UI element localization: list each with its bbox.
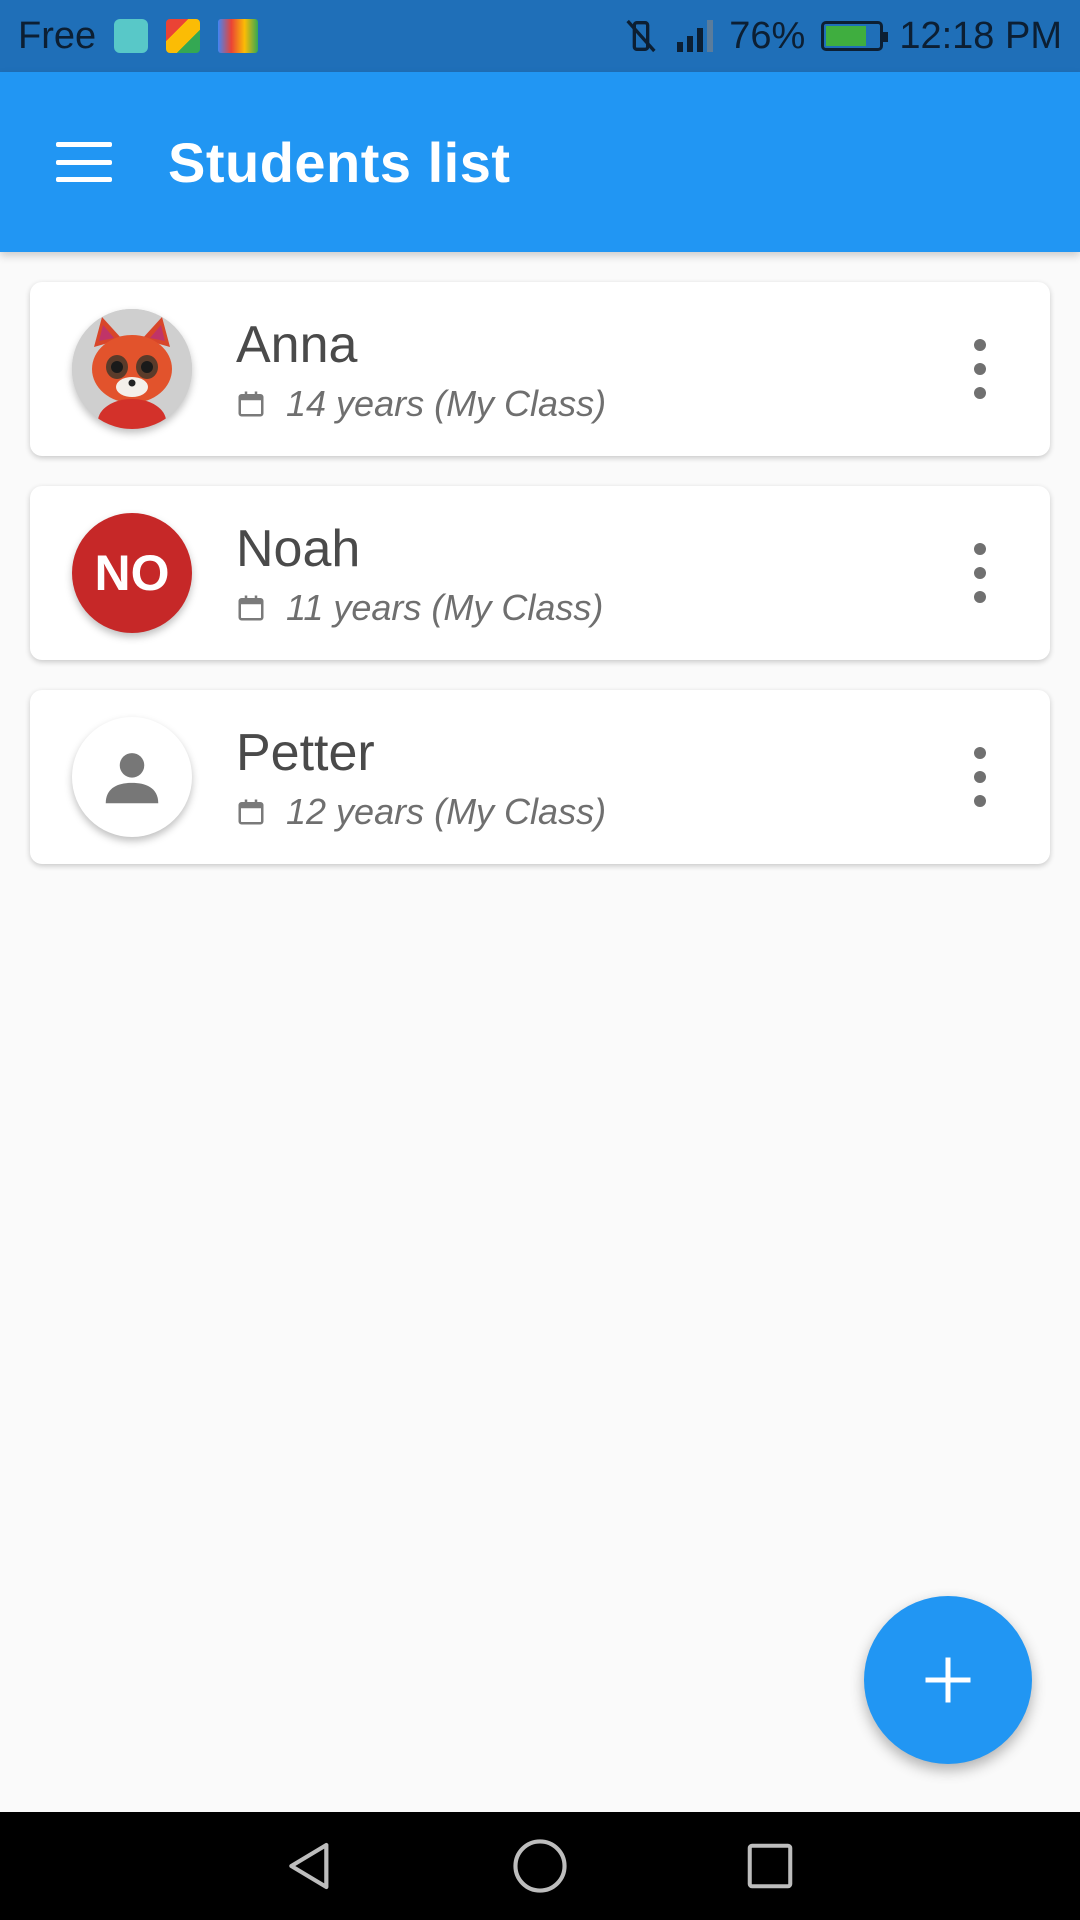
add-student-button[interactable] [864,1596,1032,1764]
student-card-anna[interactable]: Anna 14 years (My Class) [30,282,1050,456]
signal-icon [677,20,714,52]
more-options-icon[interactable] [968,747,992,807]
puzzle-icon [166,19,201,53]
navigation-bar [0,1812,1080,1920]
recents-button[interactable] [730,1826,810,1906]
status-bar: Free 76% 12:18 PM [0,0,1080,72]
avatar-photo [72,309,192,429]
calendar-icon [238,595,264,621]
carrier-label: Free [18,14,97,57]
back-icon [289,1842,329,1890]
avatar-initials: NO [72,513,192,633]
avatar-initials-text: NO [94,545,170,601]
vibrate-off-icon [626,19,656,53]
student-card-noah[interactable]: NO Noah 11 years (My Class) [30,486,1050,660]
student-name: Noah [236,520,361,578]
battery-percent: 76% [729,14,806,57]
avatar-default [72,717,192,837]
screen: Free 76% 12:18 PM Students list Anna 14 … [0,0,1080,1920]
app-bar: Students list [0,72,1080,252]
home-button[interactable] [500,1826,580,1906]
person-icon [105,753,159,804]
student-list: Anna 14 years (My Class) NO Noah 11 year… [30,282,1050,894]
calendar-icon [238,799,264,825]
more-options-icon[interactable] [968,543,992,603]
student-name: Petter [236,724,375,782]
more-options-icon[interactable] [968,339,992,399]
gmail-icon [218,19,259,53]
recents-icon [747,1843,793,1889]
clock: 12:18 PM [899,14,1062,57]
calendar-icon [238,391,264,417]
plus-icon [925,1657,971,1703]
student-meta: 11 years (My Class) [286,587,604,628]
student-meta: 12 years (My Class) [286,791,607,832]
student-card-petter[interactable]: Petter 12 years (My Class) [30,690,1050,864]
back-button[interactable] [270,1826,350,1906]
android-icon [114,19,149,53]
page-title: Students list [168,130,511,194]
battery-icon [821,21,889,51]
student-name: Anna [236,316,358,374]
home-icon [513,1839,567,1893]
fox-plush-image [72,309,192,429]
menu-icon[interactable] [56,142,112,182]
student-meta: 14 years (My Class) [286,383,607,424]
